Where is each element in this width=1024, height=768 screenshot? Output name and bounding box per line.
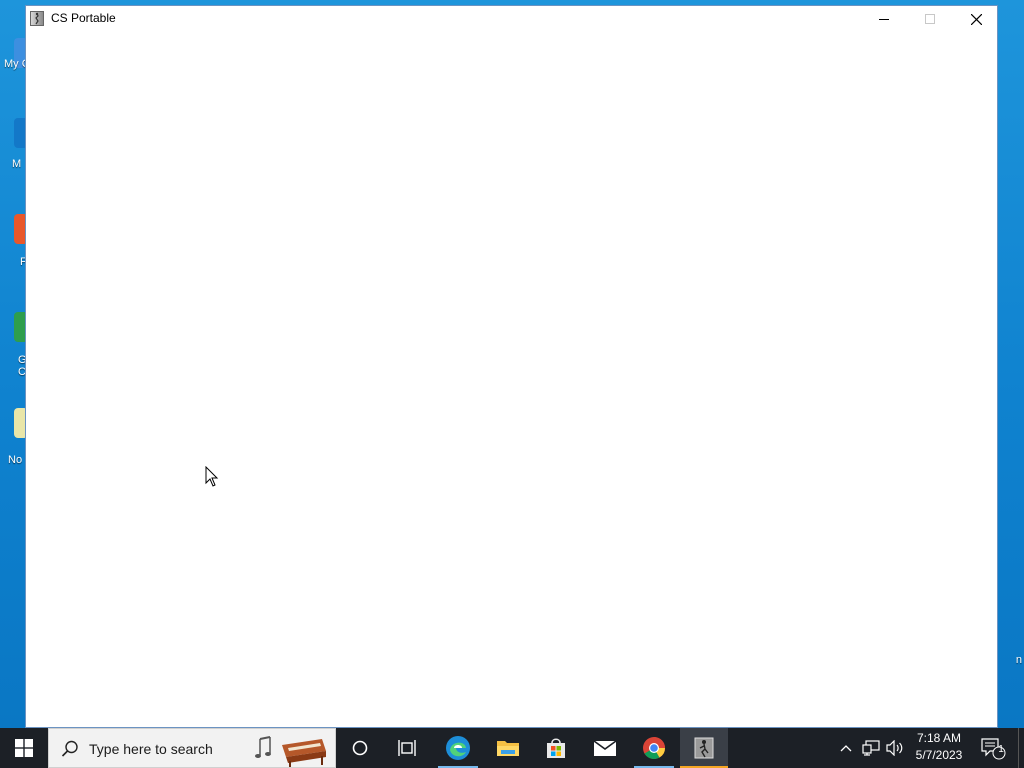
desktop-icon-label: No [8,454,23,466]
clock-time: 7:18 AM [916,731,962,745]
start-button[interactable] [0,728,48,768]
cs-portable-icon [694,737,714,759]
show-hidden-icons-button[interactable] [836,728,856,768]
desktop-icon-this-pc[interactable]: My C [4,38,30,88]
desktop-icon-label: M [12,158,22,170]
maximize-button[interactable] [907,6,953,32]
taskbar-mail[interactable] [581,728,629,768]
taskbar-file-explorer[interactable] [484,728,532,768]
clock-date: 5/7/2023 [915,748,963,762]
mail-envelope-icon [593,740,617,756]
search-placeholder: Type here to search [89,741,213,757]
store-bag-icon [547,738,565,758]
cortana-button[interactable] [336,728,384,768]
action-center-button[interactable]: 1 [978,728,1008,768]
desktop-icon-notepad[interactable]: No [4,408,28,466]
minimize-button[interactable] [861,6,907,32]
window-client-area[interactable] [26,32,997,727]
chrome-icon [643,737,665,759]
edge-icon [446,736,470,760]
taskbar-edge[interactable] [434,728,482,768]
search-icon [61,740,78,757]
mouse-pointer-icon [205,465,219,493]
taskbar-search-box[interactable]: Type here to search [48,728,336,768]
network-icon [862,740,880,756]
notification-count-badge: 1 [998,744,1004,755]
cortana-circle-icon [352,740,368,756]
taskbar: Type here to search 7:18 AM 5/7/2023 1 [0,728,1024,768]
desktop-icon-chrome[interactable]: G C [4,312,28,378]
window-title: CS Portable [51,11,116,25]
show-desktop-button[interactable] [1018,728,1024,768]
folder-icon [497,741,519,756]
network-button[interactable] [860,728,882,768]
title-bar[interactable]: CS Portable [26,6,997,32]
cs-portable-app-icon[interactable] [30,11,44,26]
task-view-button[interactable] [384,728,432,768]
taskbar-cs-portable[interactable] [680,728,728,768]
desktop-icon-label-partial: n [1015,654,1022,666]
minimize-icon [879,19,889,20]
maximize-icon [925,14,935,24]
desktop-icon-firefox[interactable]: F [4,214,28,268]
windows-logo-icon [15,739,33,757]
close-icon [970,13,982,25]
task-view-icon [398,740,416,756]
speaker-icon [886,740,903,756]
taskbar-microsoft-store[interactable] [532,728,580,768]
system-clock[interactable]: 7:18 AM 5/7/2023 [908,730,970,766]
desktop-icon-edge[interactable]: M [4,118,28,170]
taskbar-chrome[interactable] [630,728,678,768]
close-button[interactable] [953,6,999,32]
chevron-up-icon [840,745,852,752]
cs-portable-window[interactable]: CS Portable [25,5,998,728]
search-highlight-music-piano-icon [255,736,326,767]
volume-button[interactable] [884,728,906,768]
